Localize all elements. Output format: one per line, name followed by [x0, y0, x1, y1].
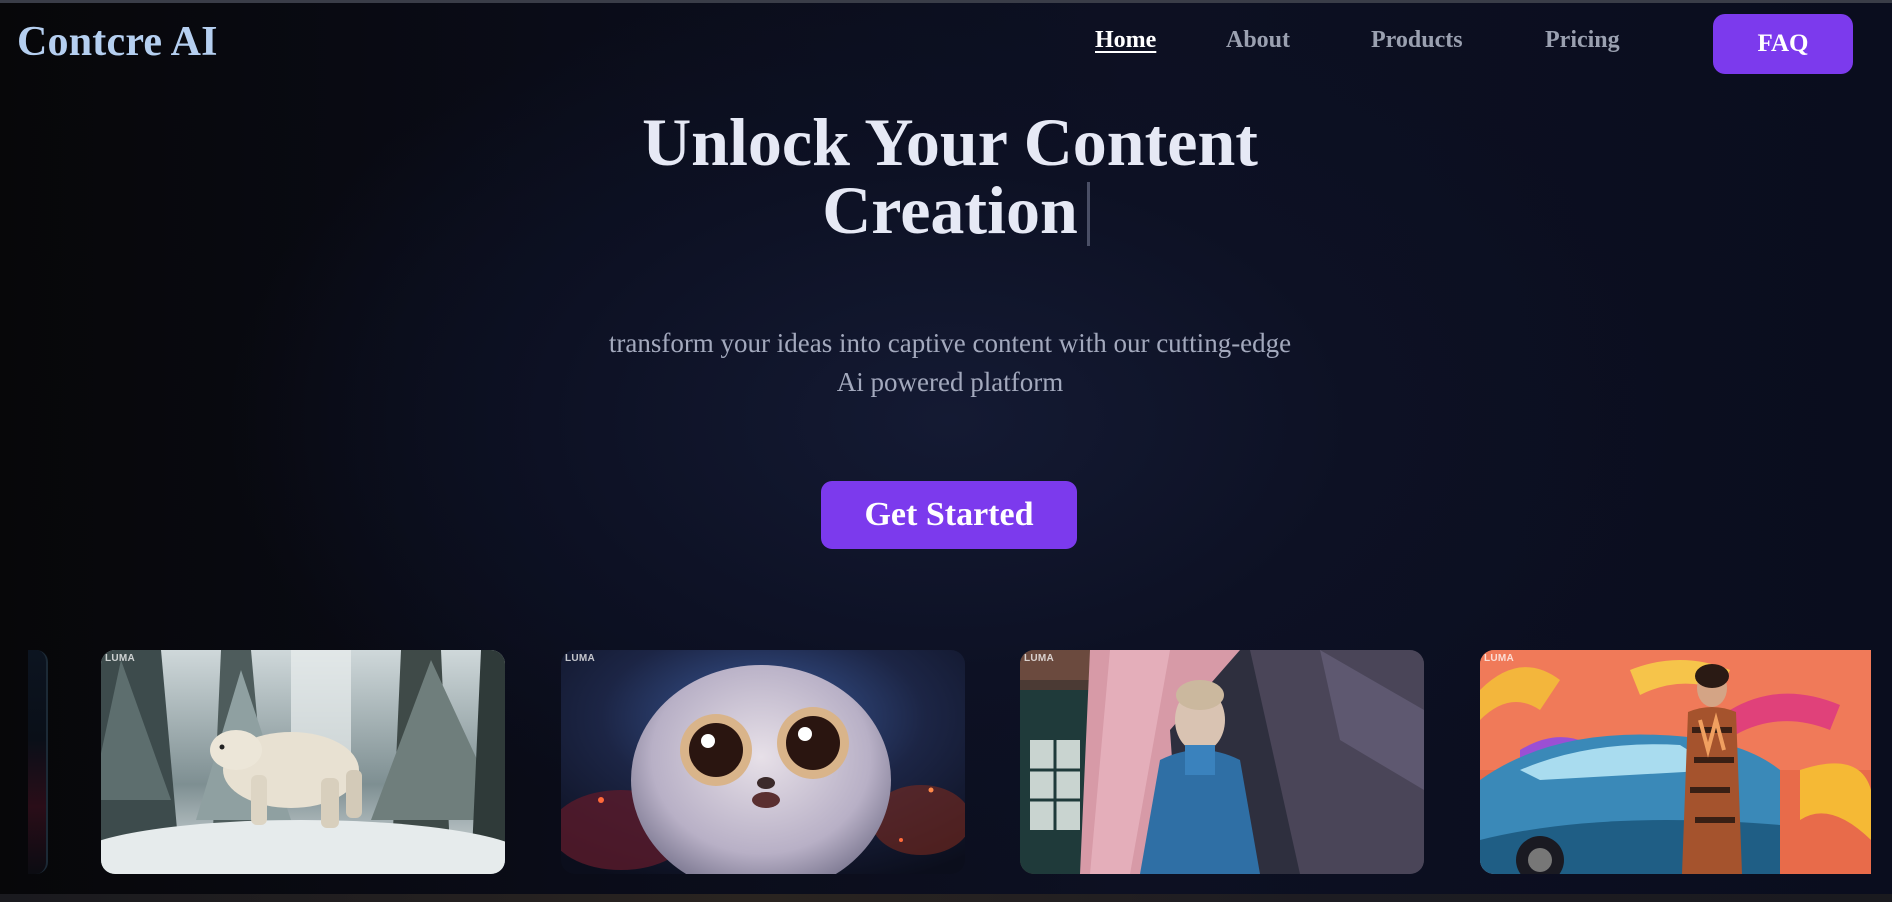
brand-logo[interactable]: Contcre AI [17, 18, 218, 66]
luma-watermark: LUMA [565, 653, 596, 664]
hero-title-line-1: Unlock Your Content [642, 104, 1258, 180]
hero-subtitle-line-2: Ai powered platform [836, 367, 1064, 397]
hero-title-line-2-wrap: Creation [822, 176, 1090, 246]
nav-link-home[interactable]: Home [1095, 27, 1156, 61]
get-started-button[interactable]: Get Started [821, 481, 1077, 549]
hero-title: Unlock Your Content Creation [500, 104, 1400, 246]
hero-subtitle: transform your ideas into captive conten… [560, 324, 1340, 402]
fashion-car-image [1480, 650, 1871, 874]
landing-page: Contcre AI Home About Products Pricing F… [0, 0, 1892, 902]
hero-subtitle-line-1: transform your ideas into captive conten… [608, 328, 1292, 358]
gallery-card-creature[interactable]: LUMA [561, 650, 965, 874]
faq-button[interactable]: FAQ [1713, 14, 1853, 74]
gallery-card-polar-bear[interactable]: LUMA [101, 650, 505, 874]
luma-watermark: LUMA [1484, 653, 1515, 664]
window-top-border [0, 0, 1892, 3]
nav-link-pricing[interactable]: Pricing [1545, 27, 1620, 61]
gallery-card-partial[interactable] [28, 650, 48, 874]
nav-link-about[interactable]: About [1226, 27, 1290, 61]
creature-image [561, 650, 965, 874]
luma-watermark: LUMA [1024, 653, 1055, 664]
gallery-card-fashion-car[interactable]: LUMA [1480, 650, 1871, 874]
window-bottom-border [0, 894, 1892, 902]
portrait-image [1020, 650, 1424, 874]
polar-bear-image [101, 650, 505, 874]
nav-link-products[interactable]: Products [1371, 27, 1463, 61]
luma-watermark: LUMA [105, 653, 136, 664]
hero-title-line-2: Creation [822, 172, 1078, 248]
gallery-card-portrait[interactable]: LUMA [1020, 650, 1424, 874]
typing-cursor [1086, 182, 1090, 246]
